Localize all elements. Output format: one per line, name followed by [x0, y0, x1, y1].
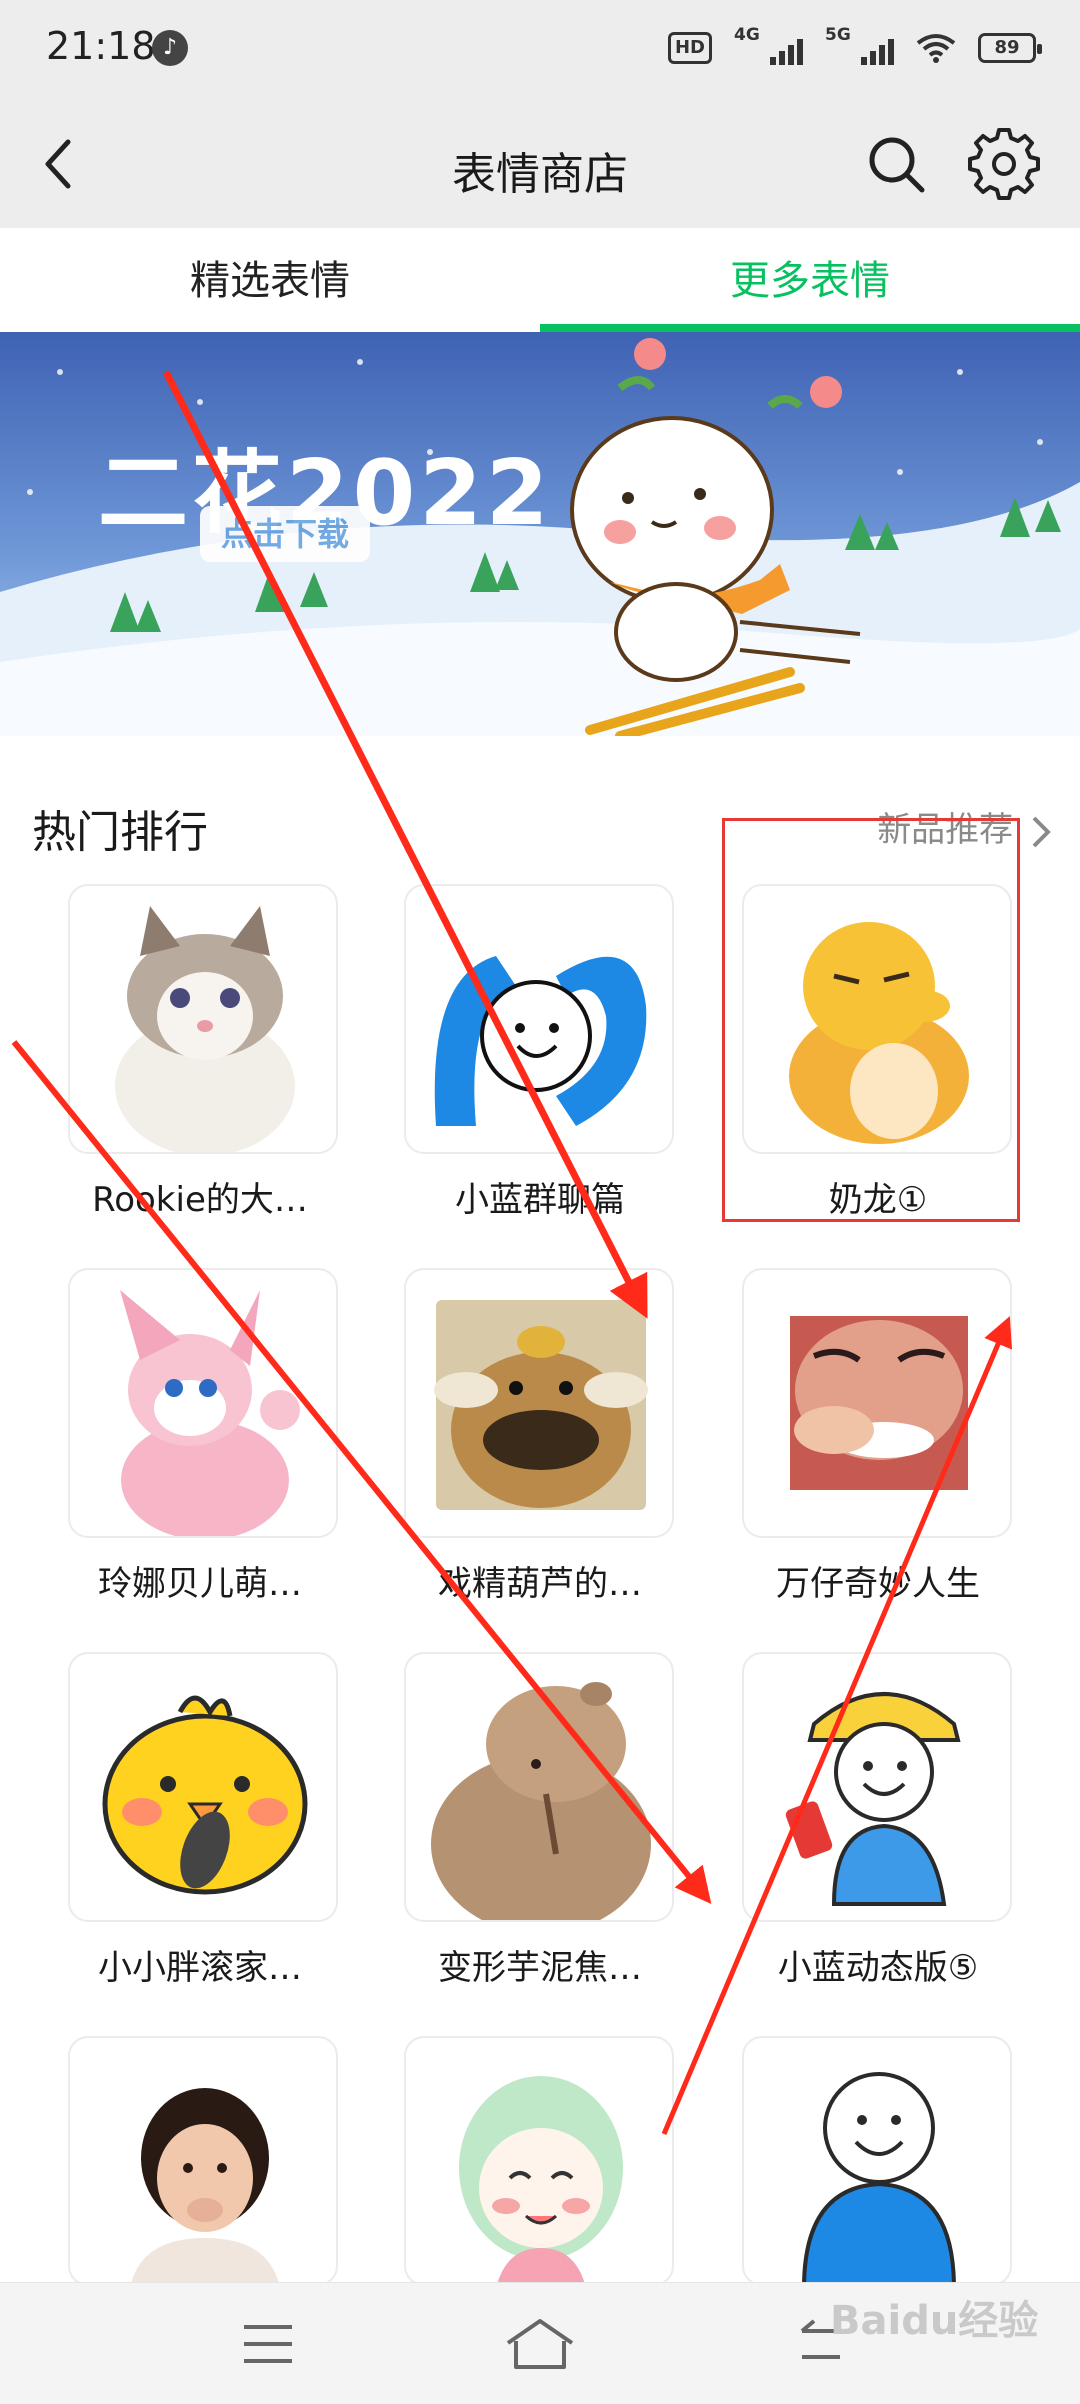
tab-featured-stickers[interactable]: 精选表情	[0, 228, 540, 330]
sticker-face-photo-image	[790, 1316, 968, 1490]
sticker-hardhat-man-image	[785, 1692, 961, 1906]
sticker-tile-anime-girl[interactable]	[404, 2036, 674, 2286]
status-bar: 21:18 ♪ HD 4G 5G 89	[0, 0, 1080, 100]
menu-icon[interactable]	[240, 2319, 296, 2369]
sticker-name[interactable]: 变形芋泥焦…	[380, 1940, 700, 1989]
promo-banner[interactable]: 二花2022 点击下载	[0, 332, 1080, 736]
tab-more-stickers[interactable]: 更多表情	[540, 228, 1080, 332]
sticker-tile-xiaoxiaopang[interactable]	[68, 1652, 338, 1922]
sticker-name[interactable]: 戏精葫芦的…	[380, 1556, 700, 1605]
battery-icon: 89	[978, 33, 1042, 63]
sticker-dog-image	[434, 1300, 648, 1510]
sticker-name[interactable]: 万仔奇妙人生	[718, 1556, 1038, 1605]
sticker-blue-man-image	[802, 2072, 956, 2284]
music-icon: ♪	[152, 30, 188, 66]
signal-icon-5g: 5G	[825, 25, 894, 65]
sticker-name[interactable]: Rookie的大…	[40, 1172, 360, 1221]
status-time: 21:18	[46, 24, 156, 68]
sticker-girl-photo-image	[131, 2088, 279, 2284]
sticker-name[interactable]: 小小胖滚家…	[40, 1940, 360, 1989]
sticker-tile-xiaolan[interactable]	[742, 2036, 1012, 2286]
wifi-icon	[916, 34, 956, 63]
sticker-hamster-image	[431, 1682, 651, 1920]
sticker-tile-xiaolan-group[interactable]	[404, 884, 674, 1154]
watermark: Baidu经验	[830, 2298, 1039, 2344]
sticker-tile-girl[interactable]	[68, 2036, 338, 2286]
annotation-highlight-box	[722, 818, 1020, 1222]
sticker-name[interactable]: 小蓝群聊篇	[380, 1172, 700, 1221]
chevron-right-icon	[1032, 816, 1051, 847]
section-title: 热门排行	[32, 807, 208, 858]
signal-5g-label: 5G	[825, 25, 851, 45]
sticker-pink-fox-image	[120, 1290, 300, 1536]
sticker-name[interactable]: 玲娜贝儿萌…	[40, 1556, 360, 1605]
top-app-bar: 表情商店	[0, 100, 1080, 228]
hd-badge: HD	[667, 32, 712, 64]
sticker-tile-rookie[interactable]	[68, 884, 338, 1154]
search-icon[interactable]	[862, 130, 930, 198]
signal-icon-4g: 4G	[734, 25, 803, 65]
sticker-cat-image	[115, 906, 295, 1152]
sticker-name[interactable]: 小蓝动态版⑤	[718, 1940, 1038, 1989]
sticker-tile-linabell[interactable]	[68, 1268, 338, 1538]
status-indicators: HD 4G 5G 89	[667, 25, 1042, 68]
sticker-blue-arms-image	[434, 956, 647, 1126]
home-icon[interactable]	[502, 2315, 578, 2373]
sticker-anime-girl-image	[459, 2076, 623, 2284]
sticker-chick-image	[102, 1695, 308, 1895]
sticker-tile-xiaolan-animated[interactable]	[742, 1652, 1012, 1922]
gear-icon[interactable]	[968, 128, 1040, 200]
signal-4g-label: 4G	[734, 25, 760, 45]
sticker-tile-gourd[interactable]	[404, 1268, 674, 1538]
banner-download-button[interactable]: 点击下载	[200, 506, 370, 562]
sticker-tile-wanzai[interactable]	[742, 1268, 1012, 1538]
sticker-tile-yuni[interactable]	[404, 1652, 674, 1922]
tab-bar: 精选表情 更多表情	[0, 228, 1080, 332]
